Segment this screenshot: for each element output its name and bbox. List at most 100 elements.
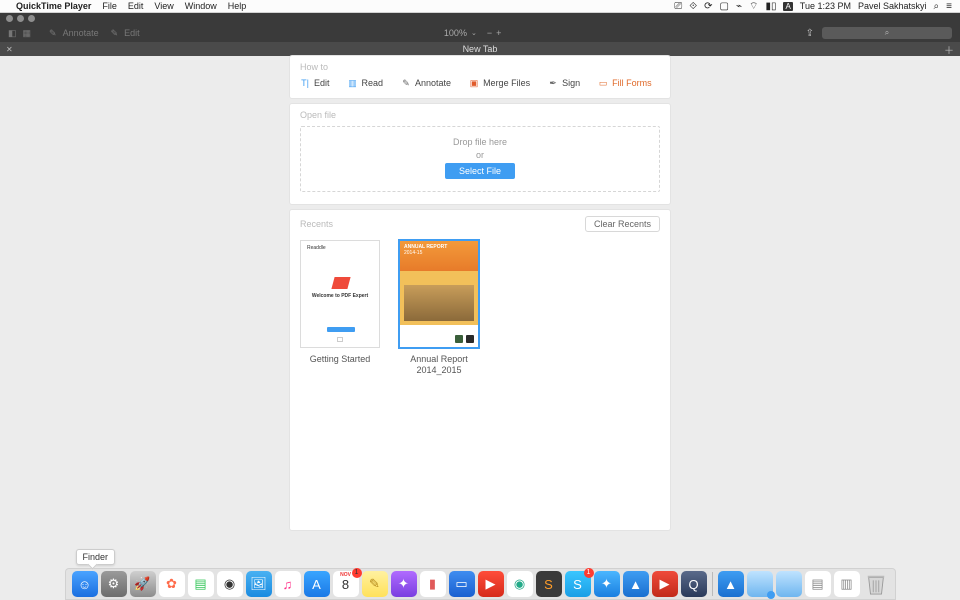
clear-recents-button[interactable]: Clear Recents <box>585 216 660 232</box>
edit-icon[interactable]: ✎ <box>111 28 119 39</box>
tab-add-icon[interactable]: ＋ <box>944 42 954 57</box>
dock-arrow-app-1-icon[interactable]: ▲ <box>623 571 649 597</box>
howto-annotate[interactable]: ✎ Annotate <box>401 78 451 88</box>
menu-help[interactable]: Help <box>228 1 247 11</box>
recents-label: Recents <box>300 219 333 229</box>
dock-charts-icon[interactable]: ▮ <box>420 571 446 597</box>
search-icon: ⌕ <box>885 28 889 38</box>
window-titlebar <box>0 13 960 24</box>
spotlight-icon[interactable]: ⌕ <box>934 1 940 12</box>
howto-card: How to T|Edit ▥Read ✎Annotate ▣Merge Fil… <box>290 56 670 98</box>
annotate-pen-icon: ✎ <box>401 78 411 88</box>
dock-sublime-icon[interactable]: S <box>536 571 562 597</box>
dropzone[interactable]: Drop file here or Select File <box>300 126 660 192</box>
toolbar-edit-label[interactable]: Edit <box>124 28 140 38</box>
traffic-lights <box>6 15 35 22</box>
chevron-down-icon[interactable]: ⌄ <box>471 29 477 37</box>
app-name[interactable]: QuickTime Player <box>16 1 91 11</box>
tab-title[interactable]: New Tab <box>463 44 498 54</box>
dock-app-store-icon[interactable]: A <box>304 571 330 597</box>
menu-window[interactable]: Window <box>185 1 217 11</box>
menu-edit[interactable]: Edit <box>128 1 144 11</box>
howto-read[interactable]: ▥Read <box>348 78 384 88</box>
howto-read-label: Read <box>362 78 384 88</box>
dock-system-preferences-icon[interactable]: ⚙ <box>101 571 127 597</box>
dock-preview-icon[interactable]: 🖼 <box>246 571 272 597</box>
wifi-icon[interactable]: ⌔ <box>749 0 758 13</box>
menubar-clock[interactable]: Tue 1:23 PM <box>800 1 851 11</box>
dock-pdf-expert-1-icon[interactable]: ▶ <box>478 571 504 597</box>
dock-stack-1-icon[interactable]: ▤ <box>805 571 831 597</box>
dock-photos-icon[interactable]: ✿ <box>159 571 185 597</box>
howto-edit[interactable]: T|Edit <box>300 78 330 88</box>
zoom-level[interactable]: 100% <box>444 28 467 38</box>
menu-view[interactable]: View <box>154 1 173 11</box>
window-minimize-button[interactable] <box>17 15 24 22</box>
toolbar-annotate-label[interactable]: Annotate <box>63 28 99 38</box>
airplay-icon[interactable]: ▢ <box>720 1 729 12</box>
howto-edit-label: Edit <box>314 78 330 88</box>
tab-close-icon[interactable]: ✕ <box>6 45 13 54</box>
bluetooth-icon[interactable]: ⌁ <box>736 1 742 12</box>
dock-keynote-icon[interactable]: ▭ <box>449 571 475 597</box>
howto-fill-forms[interactable]: ▭ Fill Forms <box>598 78 652 88</box>
menu-file[interactable]: File <box>102 1 117 11</box>
dock-finder-icon[interactable]: ☺ <box>72 571 98 597</box>
dock-skype-icon[interactable]: S1 <box>565 571 591 597</box>
dock-safari-icon[interactable]: ✦ <box>594 571 620 597</box>
howto-merge[interactable]: ▣Merge Files <box>469 78 530 88</box>
thumbnail-label: Annual Report 2014_2015 <box>394 354 484 376</box>
howto-fill-forms-label: Fill Forms <box>612 78 652 88</box>
dock: Finder ☺⚙🚀✿▤◉🖼♫A8NOV1✎✦▮▭▶◉SS1✦▲▶Q ▲▤▥ <box>0 562 960 600</box>
window-close-button[interactable] <box>6 15 13 22</box>
recent-item-annual-report[interactable]: ANNUAL REPORT2014-15 Annual Report 2014_… <box>394 240 484 376</box>
dock-inner: Finder ☺⚙🚀✿▤◉🖼♫A8NOV1✎✦▮▭▶◉SS1✦▲▶Q ▲▤▥ <box>65 568 896 600</box>
open-file-card: Open file Drop file here or Select File <box>290 104 670 204</box>
dock-stack-2-icon[interactable]: ▥ <box>834 571 860 597</box>
howto-merge-label: Merge Files <box>483 78 530 88</box>
notification-center-icon[interactable]: ≡ <box>946 1 952 12</box>
menubar-user[interactable]: Pavel Sakhatskyi <box>858 1 927 11</box>
zoom-in-icon[interactable]: + <box>496 28 501 38</box>
howto-sign[interactable]: ✒ Sign <box>548 78 580 88</box>
dock-calendar-icon[interactable]: 8NOV1 <box>333 571 359 597</box>
recent-item-getting-started[interactable]: Readdle Welcome to PDF Expert Getting St… <box>300 240 380 376</box>
thumbnail-label: Getting Started <box>310 354 371 365</box>
dropbox-icon[interactable]: ⟐ <box>689 1 697 12</box>
dock-folder-2-icon[interactable] <box>776 571 802 597</box>
display-icon[interactable]: ⎚ <box>674 1 682 12</box>
dock-arrow-app-2-icon[interactable]: ▲ <box>718 571 744 597</box>
search-input[interactable]: ⌕ <box>822 27 952 39</box>
sync-icon[interactable]: ⟳ <box>704 1 712 12</box>
dock-folder-1-icon[interactable] <box>747 571 773 597</box>
dropzone-text: Drop file here <box>453 137 507 147</box>
input-source-icon[interactable]: A <box>783 2 792 11</box>
dropzone-or: or <box>476 150 484 160</box>
thumbnail-annual-report: ANNUAL REPORT2014-15 <box>399 240 479 348</box>
dock-itunes-icon[interactable]: ♫ <box>275 571 301 597</box>
howto-annotate-label: Annotate <box>415 78 451 88</box>
howto-sign-label: Sign <box>562 78 580 88</box>
dock-numbers-icon[interactable]: ▤ <box>188 571 214 597</box>
dock-activity-monitor-icon[interactable]: ◉ <box>217 571 243 597</box>
zoom-out-icon[interactable]: − <box>487 28 492 38</box>
grid-toggle-icon[interactable]: ▦ <box>23 28 32 39</box>
annotate-icon[interactable]: ✎ <box>49 28 57 39</box>
app-toolbar: ◧ ▦ ✎ Annotate ✎ Edit 100% ⌄ − + ⇪ ⌕ <box>0 24 960 42</box>
dock-notes-icon[interactable]: ✎ <box>362 571 388 597</box>
battery-icon[interactable]: ▮▯ <box>765 1 776 12</box>
sidebar-toggle-icon[interactable]: ◧ <box>8 28 17 39</box>
sign-icon: ✒ <box>548 78 558 88</box>
trash-icon[interactable] <box>863 571 889 597</box>
window-zoom-button[interactable] <box>28 15 35 22</box>
dock-pdf-expert-2-icon[interactable]: ▶ <box>652 571 678 597</box>
fill-forms-icon: ▭ <box>598 78 608 88</box>
dock-quicktime-icon[interactable]: Q <box>681 571 707 597</box>
share-icon[interactable]: ⇪ <box>806 28 814 39</box>
select-file-button[interactable]: Select File <box>445 163 515 179</box>
dock-feedback-icon[interactable]: ✦ <box>391 571 417 597</box>
recents-card: Recents Clear Recents Readdle Welcome to… <box>290 210 670 530</box>
dock-chrome-icon[interactable]: ◉ <box>507 571 533 597</box>
menubar: QuickTime Player File Edit View Window H… <box>0 0 960 13</box>
dock-launchpad-icon[interactable]: 🚀 <box>130 571 156 597</box>
